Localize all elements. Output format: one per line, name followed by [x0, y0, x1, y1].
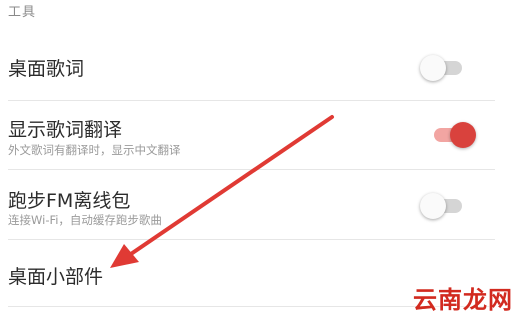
arrow-shaft: [126, 115, 334, 258]
arrow-head: [110, 244, 139, 268]
watermark-logo: 云南龙网: [413, 286, 513, 314]
settings-page: 工具 桌面歌词 显示歌词翻译 外文歌词有翻译时，显示中文翻译 跑步FM离线包 连…: [0, 0, 523, 323]
annotation-arrow: [110, 115, 334, 268]
